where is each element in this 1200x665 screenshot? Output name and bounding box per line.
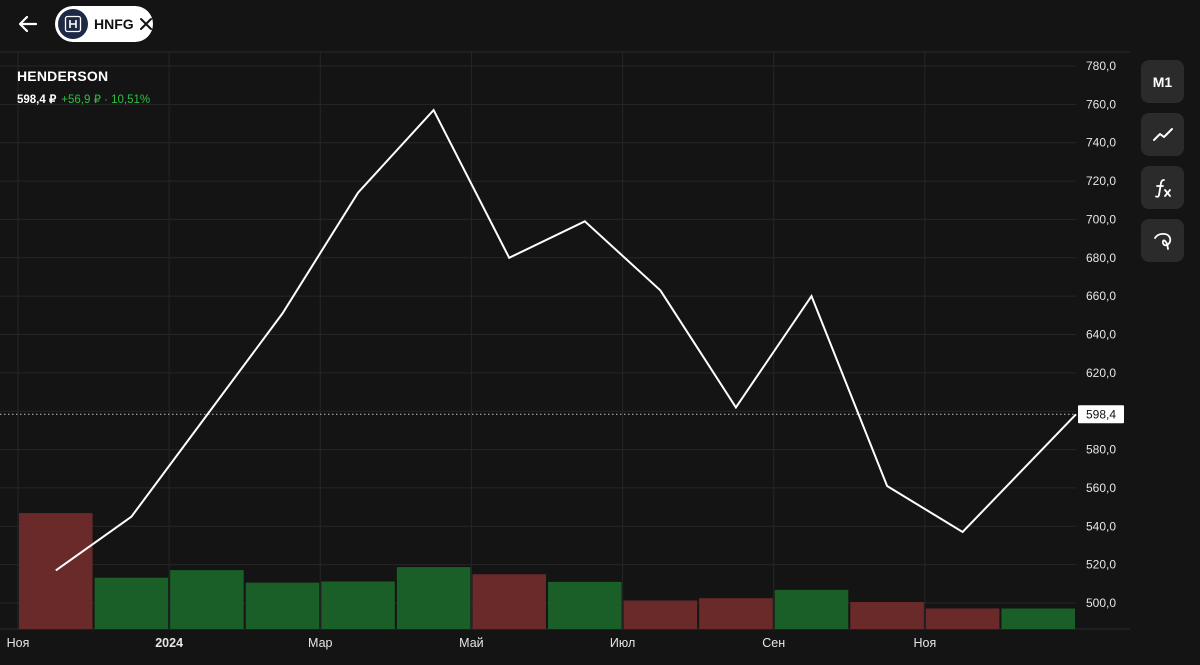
ticker-symbol: HNFG — [94, 16, 134, 32]
x-tick-label: Ноя — [7, 636, 30, 650]
y-tick-label: 720,0 — [1086, 174, 1116, 188]
y-tick-label: 700,0 — [1086, 212, 1116, 226]
y-tick-label: 620,0 — [1086, 366, 1116, 380]
x-tick-label: Июл — [610, 636, 635, 650]
price-series-line — [55, 108, 1077, 572]
price-summary: 598,4 ₽ +56,9 ₽ · 10,51% — [17, 92, 150, 106]
volume-bar — [94, 577, 169, 629]
price-change: +56,9 ₽ · 10,51% — [61, 94, 151, 106]
price-chart[interactable]: 780,0 760,0 740,0 720,0 700,0 680,0 660,0 640,0… — [0, 50, 1130, 665]
y-tick-label: 540,0 — [1086, 519, 1116, 533]
volume-bar — [321, 581, 395, 629]
x-tick-label: Ноя — [913, 636, 936, 650]
x-tick-label: Мар — [308, 636, 333, 650]
volume-bar — [19, 513, 93, 629]
last-price-label: 598,4 — [1086, 407, 1116, 421]
y-tick-label: 740,0 — [1086, 136, 1116, 150]
top-bar: HNFG — [0, 0, 1200, 50]
y-tick-label: 560,0 — [1086, 481, 1116, 495]
timeframe-button[interactable]: M1 — [1141, 60, 1184, 103]
volume-bar — [774, 589, 849, 629]
volume-bar — [850, 602, 924, 629]
timeframe-label: M1 — [1152, 73, 1173, 90]
current-price: 598,4 ₽ — [17, 94, 57, 106]
chart-tools: M1 — [1141, 60, 1184, 272]
volume-bar — [548, 581, 622, 629]
y-tick-label: 640,0 — [1086, 328, 1116, 342]
close-icon[interactable] — [139, 17, 153, 31]
y-tick-label: 580,0 — [1086, 443, 1116, 457]
ticker-chip[interactable]: HNFG — [55, 6, 153, 42]
chart-type-button[interactable] — [1141, 113, 1184, 156]
y-tick-label: 780,0 — [1086, 59, 1116, 73]
line-chart-icon — [1152, 127, 1173, 141]
function-icon — [1154, 178, 1171, 198]
y-tick-label: 760,0 — [1086, 97, 1116, 111]
company-name: HENDERSON — [17, 68, 109, 84]
volume-bar — [170, 570, 244, 629]
indicators-button[interactable] — [1141, 166, 1184, 209]
y-tick-label: 660,0 — [1086, 289, 1116, 303]
volume-bar — [623, 600, 698, 629]
volume-bar — [699, 598, 773, 629]
y-tick-label: 680,0 — [1086, 251, 1116, 265]
y-tick-label: 520,0 — [1086, 558, 1116, 572]
y-tick-label: 500,0 — [1086, 596, 1116, 610]
drawing-icon — [1153, 232, 1171, 250]
back-arrow-icon[interactable] — [14, 10, 42, 38]
x-tick-label: Сен — [762, 636, 785, 650]
volume-bar — [245, 582, 320, 629]
volume-bar — [472, 574, 546, 629]
volume-bar — [396, 567, 471, 629]
x-tick-label: 2024 — [155, 636, 183, 650]
h-logo-icon — [58, 9, 88, 39]
volume-bar — [925, 608, 1000, 629]
x-tick-label: Май — [459, 636, 484, 650]
drawing-tools-button[interactable] — [1141, 219, 1184, 262]
volume-bar — [1001, 608, 1075, 629]
